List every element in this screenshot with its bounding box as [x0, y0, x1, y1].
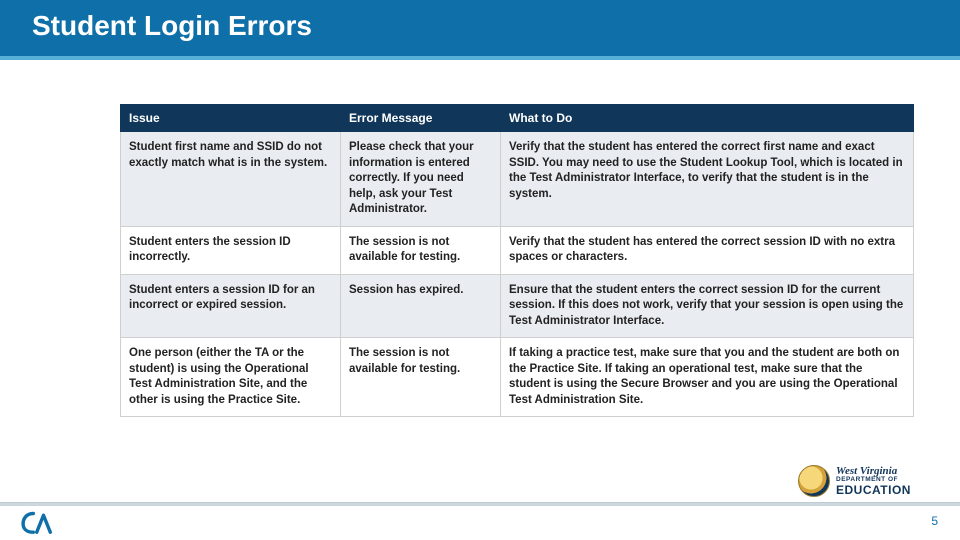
cell-todo: Verify that the student has entered the … — [501, 226, 914, 274]
cell-error: The session is not available for testing… — [341, 226, 501, 274]
table-row: Student enters a session ID for an incor… — [121, 274, 914, 338]
errors-table: Issue Error Message What to Do Student f… — [120, 104, 914, 417]
cell-issue: Student enters a session ID for an incor… — [121, 274, 341, 338]
table-row: Student first name and SSID do not exact… — [121, 132, 914, 227]
wv-education-logo: West Virginia DEPARTMENT OF EDUCATION — [798, 462, 938, 500]
col-header-todo: What to Do — [501, 105, 914, 132]
cell-todo: Ensure that the student enters the corre… — [501, 274, 914, 338]
col-header-issue: Issue — [121, 105, 341, 132]
cell-error: Please check that your information is en… — [341, 132, 501, 227]
cell-issue: One person (either the TA or the student… — [121, 338, 341, 417]
table-row: One person (either the TA or the student… — [121, 338, 914, 417]
table-row: Student enters the session ID incorrectl… — [121, 226, 914, 274]
wv-logo-text: West Virginia DEPARTMENT OF EDUCATION — [836, 466, 911, 496]
seal-icon — [798, 465, 830, 497]
footer-divider — [0, 502, 960, 506]
ca-logo-icon — [18, 508, 52, 536]
cell-error: The session is not available for testing… — [341, 338, 501, 417]
cell-issue: Student first name and SSID do not exact… — [121, 132, 341, 227]
col-header-error: Error Message — [341, 105, 501, 132]
table-header-row: Issue Error Message What to Do — [121, 105, 914, 132]
page-title: Student Login Errors — [32, 10, 312, 42]
wv-edu-label: EDUCATION — [836, 484, 911, 496]
page-number: 5 — [931, 514, 938, 528]
cell-issue: Student enters the session ID incorrectl… — [121, 226, 341, 274]
cell-todo: If taking a practice test, make sure tha… — [501, 338, 914, 417]
cell-error: Session has expired. — [341, 274, 501, 338]
content-area: Issue Error Message What to Do Student f… — [120, 104, 914, 417]
cell-todo: Verify that the student has entered the … — [501, 132, 914, 227]
